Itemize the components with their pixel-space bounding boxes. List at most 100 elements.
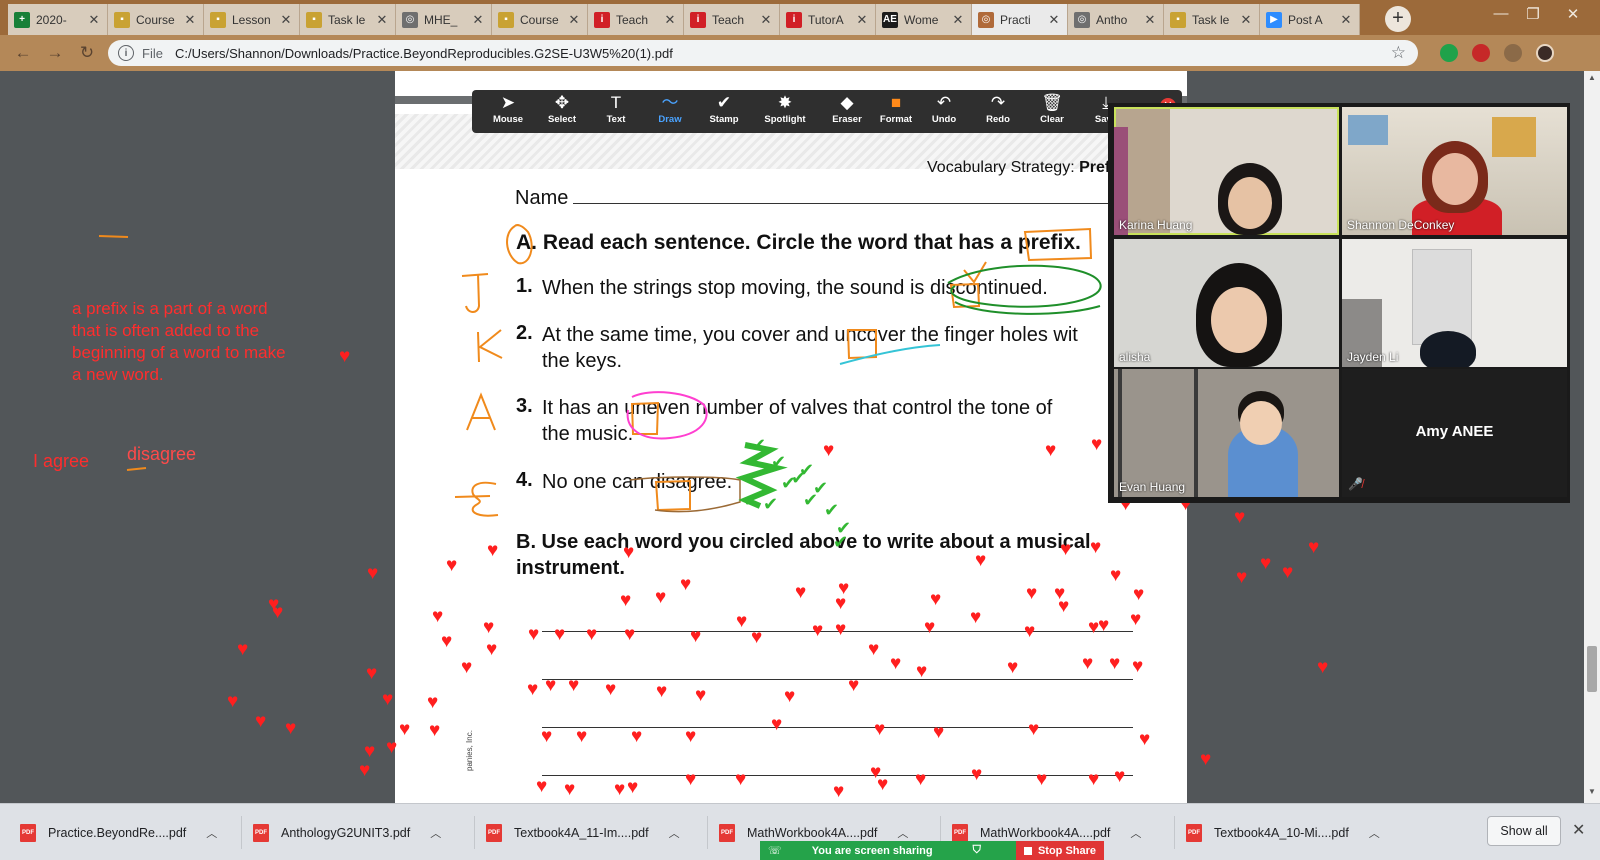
- tool-select[interactable]: ✥ Select: [534, 90, 590, 133]
- tab-close-icon[interactable]: ✕: [1047, 12, 1061, 28]
- tab-close-icon[interactable]: ✕: [1239, 12, 1253, 28]
- heart-stamp-icon: ♥: [541, 726, 553, 747]
- heart-stamp-icon: ♥: [784, 686, 796, 707]
- new-tab-button[interactable]: +: [1385, 6, 1411, 32]
- participant-tile[interactable]: alisha: [1114, 239, 1339, 367]
- tab-close-icon[interactable]: ✕: [183, 12, 197, 28]
- screen-sharing-status[interactable]: ☏ You are screen sharing ⛉: [760, 841, 1016, 860]
- scroll-down-icon[interactable]: ▼: [1584, 787, 1600, 801]
- browser-tab[interactable]: AE Wome ✕: [876, 4, 972, 35]
- heart-stamp-icon: ♥: [771, 714, 783, 735]
- extension-puzzle-icon[interactable]: [1504, 44, 1522, 62]
- tool-eraser[interactable]: ◆ Eraser: [819, 90, 875, 133]
- tab-title: Lesson: [232, 12, 271, 27]
- heart-stamp-icon: ♥: [835, 593, 847, 614]
- maximize-button[interactable]: ❐: [1518, 5, 1548, 27]
- heart-stamp-icon: ♥: [1130, 609, 1142, 630]
- close-window-button[interactable]: ✕: [1558, 5, 1588, 27]
- browser-tab[interactable]: i Teach ✕: [588, 4, 684, 35]
- address-bar[interactable]: i File C:/Users/Shannon/Downloads/Practi…: [108, 40, 1418, 66]
- browser-tab[interactable]: i Teach ✕: [684, 4, 780, 35]
- tab-close-icon[interactable]: ✕: [567, 12, 581, 28]
- browser-tab[interactable]: ◎ Antho ✕: [1068, 4, 1164, 35]
- browser-tab[interactable]: ▶ Post A ✕: [1260, 4, 1360, 35]
- profile-avatar[interactable]: [1536, 44, 1554, 62]
- browser-tab[interactable]: ▪ Task le ✕: [300, 4, 396, 35]
- heart-stamp-icon: ♥: [1234, 507, 1246, 528]
- extension-green-icon[interactable]: [1440, 44, 1458, 62]
- forward-icon[interactable]: →: [44, 42, 66, 64]
- tool-label: Select: [548, 114, 576, 125]
- info-icon[interactable]: i: [118, 45, 134, 61]
- question-text: At the same time, you cover and uncover …: [542, 324, 1078, 346]
- show-all-downloads-button[interactable]: Show all: [1487, 816, 1561, 846]
- browser-tab[interactable]: i TutorA ✕: [780, 4, 876, 35]
- participant-tile[interactable]: Amy ANEE 🎤̸: [1342, 369, 1567, 497]
- mouse-icon: ➤: [500, 93, 516, 112]
- reload-icon[interactable]: ↻: [76, 42, 98, 64]
- checkmark-stamp-icon: ✔: [781, 473, 797, 493]
- tab-close-icon[interactable]: ✕: [375, 12, 389, 28]
- tool-undo[interactable]: ↶ Undo: [916, 90, 972, 133]
- tool-text[interactable]: T Text: [588, 90, 644, 133]
- tool-label: Draw: [658, 114, 682, 125]
- checkmark-stamp-icon: ✔: [799, 460, 815, 480]
- participant-tile[interactable]: Karina Huang: [1114, 107, 1339, 235]
- tool-clear[interactable]: 🗑 Clear: [1024, 90, 1080, 133]
- heart-stamp-icon: ♥: [367, 563, 379, 584]
- browser-tab[interactable]: ◎ Practi ✕: [972, 4, 1068, 35]
- tool-mouse[interactable]: ➤ Mouse: [480, 90, 536, 133]
- download-item[interactable]: PDF Practice.BeyondRe....pdf ︿: [20, 804, 217, 860]
- participant-tile[interactable]: Shannon DeConkey: [1342, 107, 1567, 235]
- chevron-up-icon[interactable]: ︿: [430, 825, 441, 841]
- tab-close-icon[interactable]: ✕: [1339, 12, 1353, 28]
- download-item[interactable]: PDF AnthologyG2UNIT3.pdf ︿: [253, 804, 441, 860]
- tab-close-icon[interactable]: ✕: [471, 12, 485, 28]
- checkmark-stamp-icon: ✔: [751, 435, 767, 455]
- browser-tab[interactable]: ▪ Lesson ✕: [204, 4, 300, 35]
- tab-close-icon[interactable]: ✕: [759, 12, 773, 28]
- heart-stamp-icon: ♥: [461, 657, 473, 678]
- back-icon[interactable]: ←: [12, 42, 34, 64]
- browser-tab[interactable]: ◎ MHE_ ✕: [396, 4, 492, 35]
- tool-redo[interactable]: ↷ Redo: [970, 90, 1026, 133]
- pdf-scrollbar[interactable]: ▲ ▼: [1584, 71, 1600, 803]
- chevron-up-icon[interactable]: ︿: [1369, 825, 1380, 841]
- tab-close-icon[interactable]: ✕: [279, 12, 293, 28]
- minimize-button[interactable]: —: [1486, 5, 1516, 27]
- participant-tile[interactable]: Evan Huang: [1114, 369, 1339, 497]
- chevron-up-icon[interactable]: ︿: [206, 825, 217, 841]
- browser-tab[interactable]: ▪ Task le ✕: [1164, 4, 1260, 35]
- stop-share-button[interactable]: Stop Share: [1016, 841, 1104, 860]
- chevron-up-icon[interactable]: ︿: [897, 825, 908, 841]
- scroll-up-icon[interactable]: ▲: [1584, 73, 1600, 87]
- tool-draw[interactable]: ～ Draw: [642, 90, 698, 133]
- tab-close-icon[interactable]: ✕: [855, 12, 869, 28]
- tab-close-icon[interactable]: ✕: [87, 12, 101, 28]
- chevron-up-icon[interactable]: ︿: [1130, 825, 1141, 841]
- tool-stamp[interactable]: ✔ Stamp: [696, 90, 752, 133]
- tab-close-icon[interactable]: ✕: [663, 12, 677, 28]
- download-item[interactable]: PDF Textbook4A_10-Mi....pdf ︿: [1186, 804, 1380, 860]
- heart-stamp-icon: ♥: [736, 611, 748, 632]
- browser-tab[interactable]: ▪ Course ✕: [108, 4, 204, 35]
- text-icon: T: [610, 93, 622, 112]
- participant-tile[interactable]: Jayden Li: [1342, 239, 1567, 367]
- stop-share-label: Stop Share: [1037, 844, 1097, 857]
- chevron-up-icon[interactable]: ︿: [669, 825, 680, 841]
- tab-close-icon[interactable]: ✕: [1143, 12, 1157, 28]
- heart-stamp-icon: ♥: [1045, 440, 1057, 461]
- extension-ublock-icon[interactable]: [1472, 44, 1490, 62]
- tool-spotlight[interactable]: ✸ Spotlight: [757, 90, 813, 133]
- tab-close-icon[interactable]: ✕: [951, 12, 965, 28]
- browser-tab[interactable]: ▪ Course ✕: [492, 4, 588, 35]
- bookmark-star-icon[interactable]: ☆: [1391, 43, 1406, 63]
- scroll-thumb[interactable]: [1587, 646, 1597, 692]
- pdf-file-icon: PDF: [253, 823, 269, 842]
- heart-stamp-icon: ♥: [680, 574, 692, 595]
- browser-tab[interactable]: +2020- ✕: [8, 4, 108, 35]
- close-downloads-icon[interactable]: ✕: [1572, 820, 1585, 840]
- heart-stamp-icon: ♥: [536, 776, 548, 797]
- download-item[interactable]: PDF Textbook4A_11-Im....pdf ︿: [486, 804, 680, 860]
- question-number: 1.: [516, 275, 533, 297]
